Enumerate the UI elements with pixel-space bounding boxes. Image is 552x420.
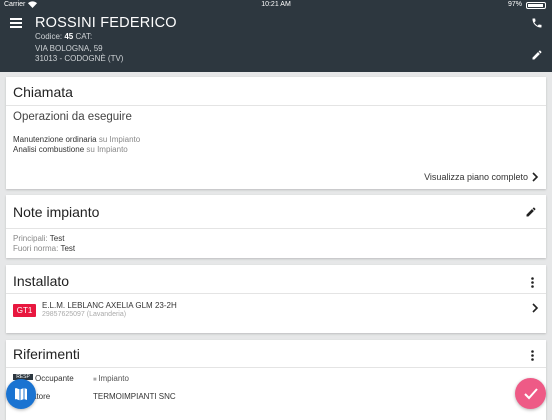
- edit-client-icon[interactable]: [531, 49, 543, 61]
- clock: 10:21 AM: [261, 1, 291, 8]
- device-name[interactable]: E.L.M. LEBLANC AXELIA GLM 23-2H: [42, 301, 177, 310]
- riferimenti-card: Riferimenti RESP Occupante Impianto ator…: [6, 340, 546, 420]
- notes-fuori-norma-value: Test: [60, 244, 76, 253]
- divider: [6, 293, 546, 294]
- operations-subtitle: Operazioni da eseguire: [13, 111, 132, 123]
- chevron-right-icon[interactable]: [531, 303, 539, 313]
- client-header: ROSSINI FEDERICO Codice: 45 CAT: VIA BOL…: [0, 11, 552, 72]
- chiamata-title: Chiamata: [13, 84, 73, 100]
- battery-icon: [526, 2, 546, 9]
- device-serial: 29857625097 (Lavanderia): [42, 311, 127, 318]
- notes-text: Principali: Test Fuori norma: Test: [13, 234, 76, 253]
- list-item: Manutenzione ordinaria su Impianto: [13, 135, 141, 144]
- note-impianto-card: Note impianto Principali: Test Fuori nor…: [6, 195, 546, 258]
- note-impianto-title: Note impianto: [13, 204, 100, 220]
- view-full-plan-link[interactable]: Visualizza piano completo: [424, 172, 528, 182]
- list-item: Analisi combustione su Impianto: [13, 145, 128, 154]
- notes-principali-value: Test: [49, 234, 65, 243]
- client-name: ROSSINI FEDERICO: [35, 15, 177, 31]
- more-vert-icon[interactable]: [531, 277, 534, 288]
- divider: [6, 105, 546, 106]
- installato-title: Installato: [13, 273, 70, 289]
- installato-card: Installato GT1 E.L.M. LEBLANC AXELIA GLM…: [6, 265, 546, 333]
- status-bar: Carrier 10:21 AM 97%: [0, 0, 552, 11]
- divider: [6, 367, 546, 368]
- edit-notes-icon[interactable]: [525, 206, 537, 218]
- occupante-label: Occupante: [35, 374, 74, 383]
- operations-list: Manutenzione ordinaria su Impianto Anali…: [13, 135, 140, 155]
- chevron-right-icon[interactable]: [531, 172, 539, 182]
- device-badge: GT1: [13, 304, 36, 317]
- client-code-value: 45: [64, 32, 74, 41]
- client-address: VIA BOLOGNA, 59 31013 - CODOGNÈ (TV): [35, 44, 124, 63]
- check-icon: [524, 388, 538, 400]
- menu-icon[interactable]: [10, 18, 22, 28]
- map-icon: [15, 388, 27, 401]
- battery-percent: 97%: [507, 1, 522, 8]
- chiamata-card: Chiamata Operazioni da eseguire Manutenz…: [6, 77, 546, 189]
- phone-icon[interactable]: [531, 17, 543, 29]
- client-code: Codice: 45 CAT:: [35, 32, 93, 41]
- divider: [6, 228, 546, 229]
- confirm-button[interactable]: [515, 378, 546, 409]
- map-button[interactable]: [6, 379, 36, 409]
- reference-company[interactable]: TERMOIMPIANTI SNC: [93, 392, 176, 401]
- impianto-label: Impianto: [93, 374, 129, 383]
- more-vert-icon[interactable]: [531, 350, 534, 361]
- riferimenti-title: Riferimenti: [13, 346, 80, 362]
